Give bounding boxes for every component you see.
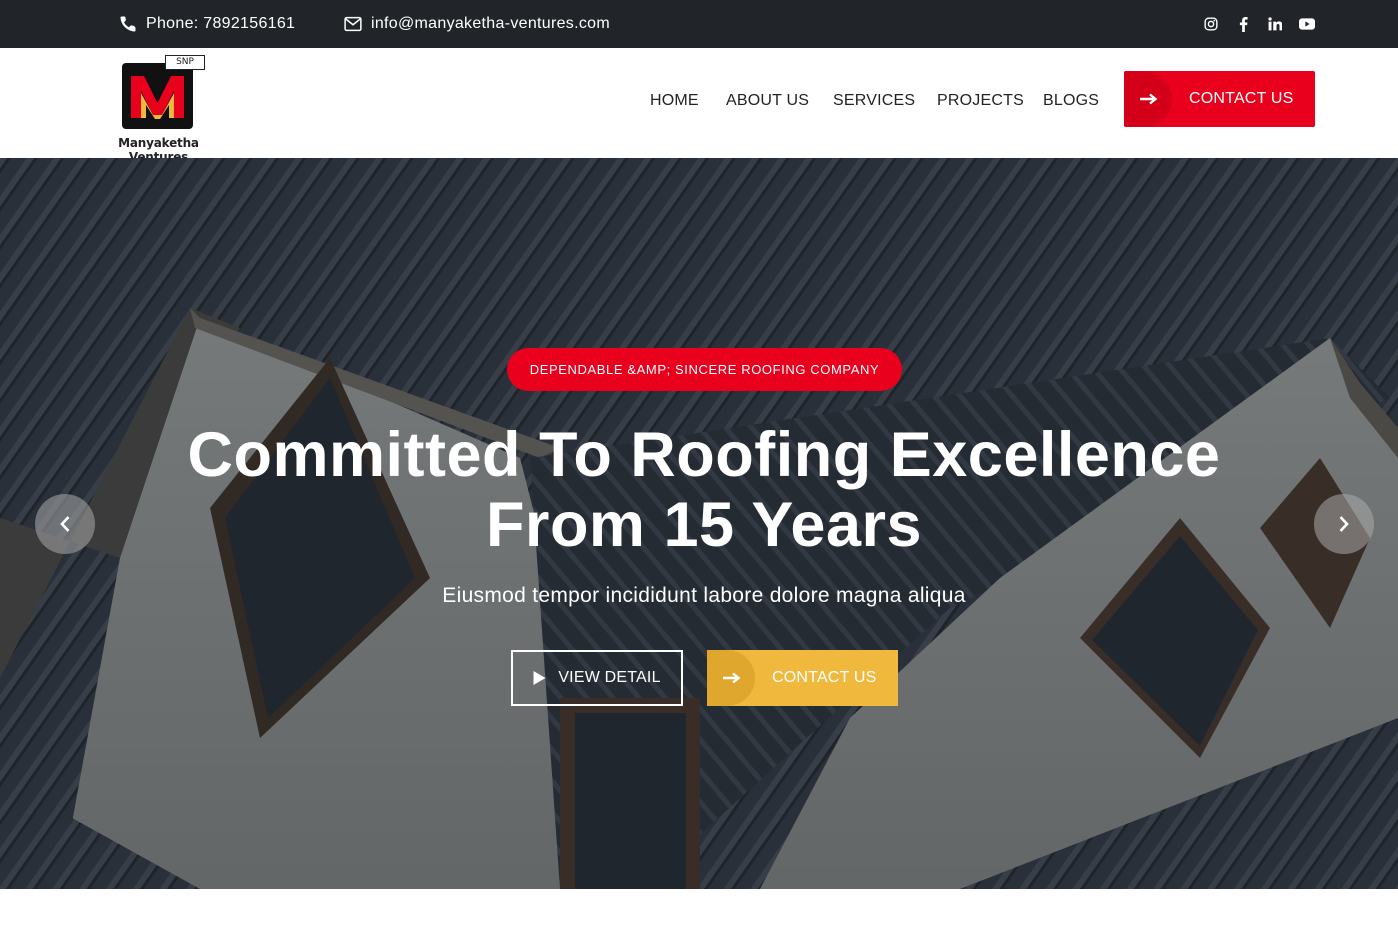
instagram-icon[interactable]: [1203, 16, 1219, 32]
nav-services[interactable]: SERVICES: [833, 92, 915, 110]
logo-mark: [122, 63, 193, 129]
youtube-icon[interactable]: [1299, 16, 1315, 32]
linkedin-icon[interactable]: [1267, 16, 1283, 32]
nav-home[interactable]: HOME: [650, 92, 699, 110]
play-icon: [533, 671, 546, 685]
hero-contact-label: CONTACT US: [772, 669, 877, 686]
chevron-right-icon: [1339, 516, 1349, 532]
header-contact-button[interactable]: CONTACT US: [1124, 71, 1315, 127]
social-links: [1203, 0, 1315, 48]
chevron-left-icon: [60, 516, 70, 532]
site-header: SNP Manyaketha Ventures HOME ABOUT US SE…: [0, 48, 1398, 164]
phone-icon: [120, 16, 136, 32]
slider-next-button[interactable]: [1314, 494, 1374, 554]
email-contact[interactable]: info@manyaketha-ventures.com: [344, 0, 610, 48]
phone-contact[interactable]: Phone: 7892156161: [119, 0, 295, 48]
hero-title-line1: Committed To Roofing Excellence: [187, 420, 1221, 490]
hero-subtitle: Eiusmod tempor incididunt labore dolore …: [442, 584, 966, 607]
email-text: info@manyaketha-ventures.com: [371, 15, 610, 32]
top-bar: Phone: 7892156161 info@manyaketha-ventur…: [0, 0, 1398, 48]
phone-text: Phone: 7892156161: [146, 15, 296, 32]
nav-projects[interactable]: PROJECTS: [937, 92, 1024, 110]
nav-about-us[interactable]: ABOUT US: [726, 92, 809, 110]
hero-contact-button[interactable]: CONTACT US: [707, 650, 898, 706]
facebook-icon[interactable]: [1235, 16, 1251, 32]
logo-snp-badge: SNP: [165, 55, 205, 70]
hero-title: Committed To Roofing Excellence From 15 …: [150, 420, 1258, 560]
hero-badge: DEPENDABLE &AMP; SINCERE ROOFING COMPANY: [507, 348, 902, 391]
slider-prev-button[interactable]: [35, 494, 95, 554]
view-detail-label: VIEW DETAIL: [558, 669, 661, 686]
company-logo[interactable]: SNP Manyaketha Ventures: [96, 54, 221, 164]
nav-blogs[interactable]: BLOGS: [1043, 92, 1099, 110]
arrow-right-icon: [1124, 71, 1172, 127]
envelope-icon: [344, 16, 362, 32]
hero-slider: DEPENDABLE &AMP; SINCERE ROOFING COMPANY…: [0, 158, 1398, 889]
header-contact-label: CONTACT US: [1189, 90, 1294, 107]
arrow-right-icon: [707, 650, 755, 706]
hero-title-line2: From 15 Years: [485, 490, 923, 560]
view-detail-button[interactable]: VIEW DETAIL: [511, 650, 683, 706]
